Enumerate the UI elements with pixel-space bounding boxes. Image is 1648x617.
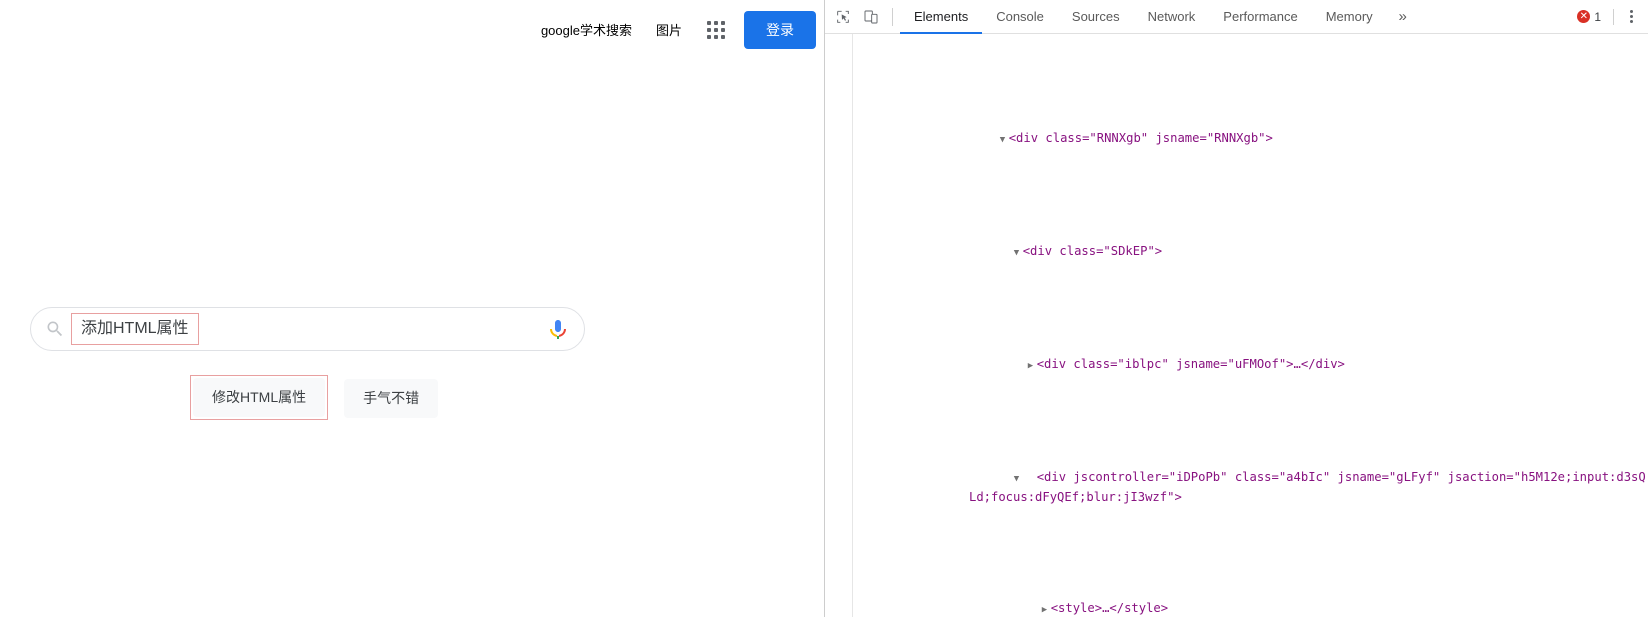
device-toolbar-icon[interactable] [857, 3, 885, 31]
dom-node-text: <div class="RNNXgb" jsname="RNNXgb"> [1008, 130, 1273, 145]
dom-node[interactable]: ▶ <style>…</style> [825, 581, 1648, 617]
inspect-element-icon[interactable] [829, 3, 857, 31]
apps-grid-dots [707, 21, 725, 39]
google-search-button-highlight: 修改HTML属性 [190, 375, 329, 420]
dom-node-text: <div class="SDkEP"> [1022, 243, 1163, 258]
dom-node-text: <div jscontroller="iDPoPb" class="a4bIc"… [969, 469, 1646, 505]
dom-node[interactable]: ▶ <div class="iblpc" jsname="uFMOof">…</d… [825, 336, 1648, 394]
kebab-menu-icon[interactable] [1620, 4, 1642, 30]
feeling-lucky-button-wrap: 手气不错 [340, 375, 442, 422]
chevron-double-right-icon[interactable]: » [1387, 0, 1419, 34]
feeling-lucky-button[interactable]: 手气不错 [344, 379, 439, 418]
tab-sources[interactable]: Sources [1058, 0, 1134, 34]
google-search-button[interactable]: 修改HTML属性 [193, 378, 326, 417]
tab-performance[interactable]: Performance [1209, 0, 1311, 34]
search-box[interactable]: 添加HTML属性 [30, 307, 585, 351]
error-badge[interactable]: ✕ 1 [1571, 10, 1607, 24]
search-icon [45, 319, 65, 339]
page-header: google学术搜索 图片 登录 [0, 0, 824, 60]
images-link[interactable]: 图片 [644, 24, 694, 37]
dom-node[interactable]: ▼ <div class="SDkEP"> [825, 223, 1648, 281]
tab-console[interactable]: Console [982, 0, 1058, 34]
dom-node-text: <div class="iblpc" jsname="uFMOof">…</di… [1036, 356, 1345, 371]
tab-elements[interactable]: Elements [900, 0, 983, 34]
dom-tree[interactable]: ▼ <div class="RNNXgb" jsname="RNNXgb"> ▼ <… [825, 34, 1648, 617]
toolbar-divider [892, 7, 893, 26]
collapse-triangle-icon[interactable]: ▶ [1028, 357, 1037, 376]
dom-node-text: <style>…</style> [1050, 601, 1169, 615]
devtools-panel: Elements Console Sources Network Perform… [824, 0, 1648, 617]
search-input-holder: 添加HTML属性 [71, 308, 538, 350]
devtools-tabs: Elements Console Sources Network Perform… [900, 0, 1419, 34]
toolbar-divider-2 [1613, 8, 1614, 25]
dom-node[interactable]: ▼ <div class="RNNXgb" jsname="RNNXgb"> [825, 110, 1648, 168]
expand-triangle-icon[interactable]: ▼ [1000, 131, 1009, 150]
search-area: 添加HTML属性 [30, 307, 585, 351]
collapse-triangle-icon[interactable]: ▶ [1042, 601, 1051, 617]
expand-triangle-icon[interactable]: ▼ [1014, 244, 1023, 263]
tab-memory[interactable]: Memory [1312, 0, 1387, 34]
search-buttons-row: 修改HTML属性 手气不错 [190, 375, 442, 422]
toolbar-right-group: ✕ 1 [1571, 4, 1648, 30]
error-circle-icon: ✕ [1577, 10, 1591, 23]
devtools-toolbar: Elements Console Sources Network Perform… [825, 0, 1648, 34]
dom-node[interactable]: ▼ <div jscontroller="iDPoPb" class="a4bIc… [825, 449, 1648, 525]
error-count: 1 [1594, 9, 1601, 24]
expand-triangle-icon[interactable]: ▼ [1014, 470, 1037, 489]
signin-button[interactable]: 登录 [744, 11, 816, 49]
google-search-page: google学术搜索 图片 登录 添加HTML属性 修改HTML属性 手气不错 [0, 0, 824, 617]
apps-grid-icon[interactable] [696, 10, 736, 50]
screen-root: google学术搜索 图片 登录 添加HTML属性 修改HTML属性 手气不错 … [0, 0, 1648, 617]
scholar-link[interactable]: google学术搜索 [529, 24, 644, 37]
tab-network[interactable]: Network [1134, 0, 1210, 34]
microphone-icon[interactable] [546, 317, 570, 341]
search-input[interactable]: 添加HTML属性 [71, 313, 199, 345]
